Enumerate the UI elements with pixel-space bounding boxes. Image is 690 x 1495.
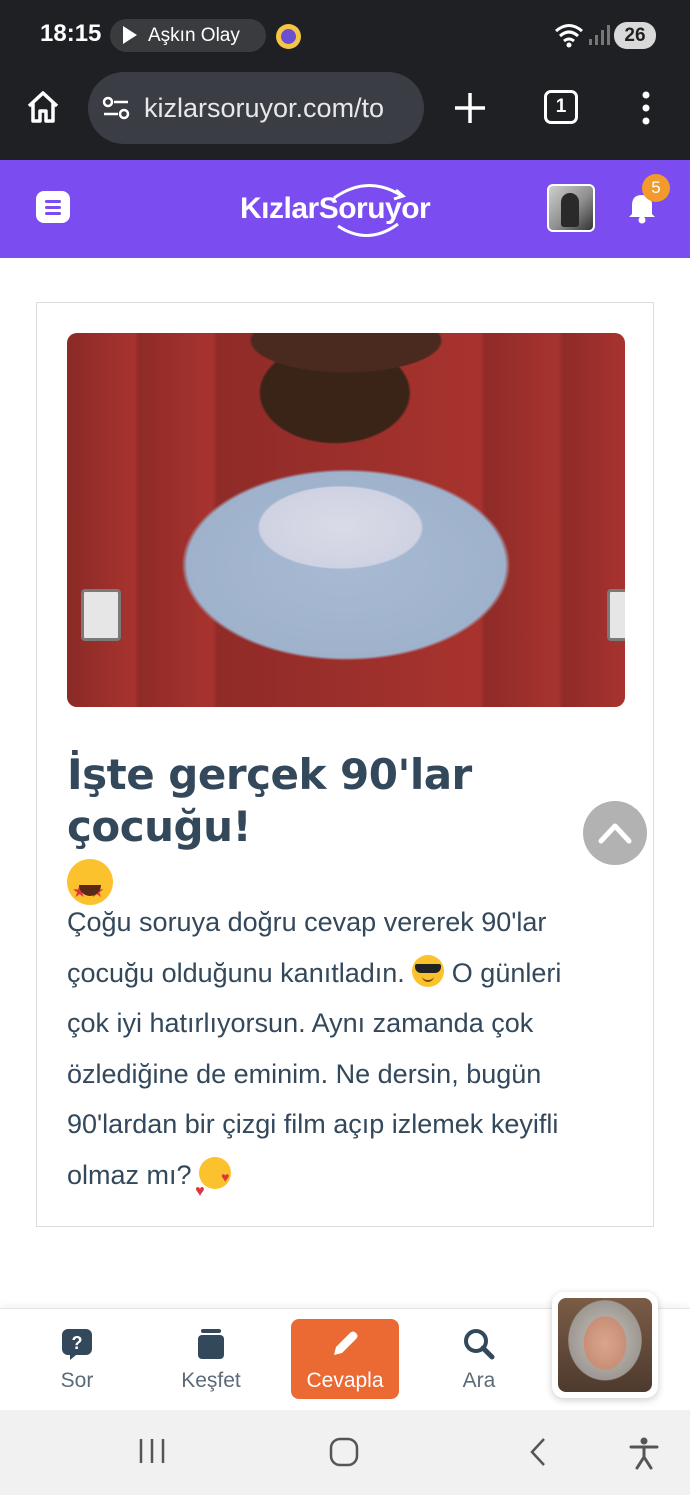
play-icon [123,26,137,44]
address-bar[interactable]: kizlarsoruyor.com/to [88,72,424,144]
svg-text:?: ? [72,1333,83,1353]
result-title: İşte gerçek 90'lar çocuğu! [67,749,627,918]
nav-label: Sor [60,1369,94,1392]
system-navigation-bar [0,1410,690,1495]
recent-apps-icon[interactable] [136,1436,168,1466]
pencil-icon [334,1331,358,1355]
accessibility-icon[interactable] [628,1436,660,1470]
quiz-result-card: İşte gerçek 90'lar çocuğu! Çoğu soruya d… [36,302,654,1227]
new-tab-icon[interactable] [452,90,488,126]
signal-icon [589,25,610,45]
assistant-avatar-button[interactable] [552,1292,658,1398]
notification-count-badge: 5 [642,174,670,202]
site-logo[interactable]: KızlarSoruyor [240,184,450,237]
tab-switcher-button[interactable]: 1 [544,90,578,124]
smiling-face-with-hearts-emoji-icon [195,1152,232,1217]
nav-label: Ara [462,1369,496,1392]
user-avatar[interactable] [547,184,595,232]
nav-label: Cevapla [306,1369,384,1392]
search-icon [464,1329,495,1360]
menu-icon[interactable] [36,191,70,223]
nav-ara[interactable]: Ara [424,1309,534,1409]
site-settings-icon[interactable] [102,96,130,120]
app-notification-icon [276,24,301,49]
nav-label: Keşfet [181,1369,241,1392]
chevron-up-icon [598,823,632,844]
nav-kesfet[interactable]: Keşfet [156,1309,266,1409]
home-icon[interactable] [24,88,62,126]
sunglasses-emoji-icon [412,954,445,987]
cards-icon [198,1329,224,1359]
media-playing-chip[interactable]: Aşkın Olay [110,19,266,52]
question-bubble-icon: ? [62,1329,92,1360]
result-gif-image [67,333,625,707]
home-button-icon[interactable] [328,1436,360,1468]
status-time: 18:15 [40,20,102,47]
assistant-photo [558,1298,652,1392]
more-options-icon[interactable] [640,90,652,126]
result-title-text: İşte gerçek 90'lar çocuğu! [67,750,472,851]
site-header: KızlarSoruyor [0,160,690,258]
nav-cevapla[interactable]: Cevapla [291,1319,399,1399]
scroll-to-top-button[interactable] [583,801,647,865]
nav-sor[interactable]: ? Sor [22,1309,132,1409]
back-icon[interactable] [524,1436,552,1468]
url-text: kizlarsoruyor.com/to [144,93,385,123]
result-description: Çoğu soruya doğru cevap vererek 90'lar ç… [67,897,627,1217]
status-bar: 18:15 Aşkın Olay 26 [0,0,690,70]
logo-swoosh-icon [333,184,406,237]
battery-indicator: 26 [614,22,656,49]
media-title: Aşkın Olay [148,25,240,46]
browser-toolbar: kizlarsoruyor.com/to 1 [0,70,690,160]
wifi-icon [555,24,583,48]
